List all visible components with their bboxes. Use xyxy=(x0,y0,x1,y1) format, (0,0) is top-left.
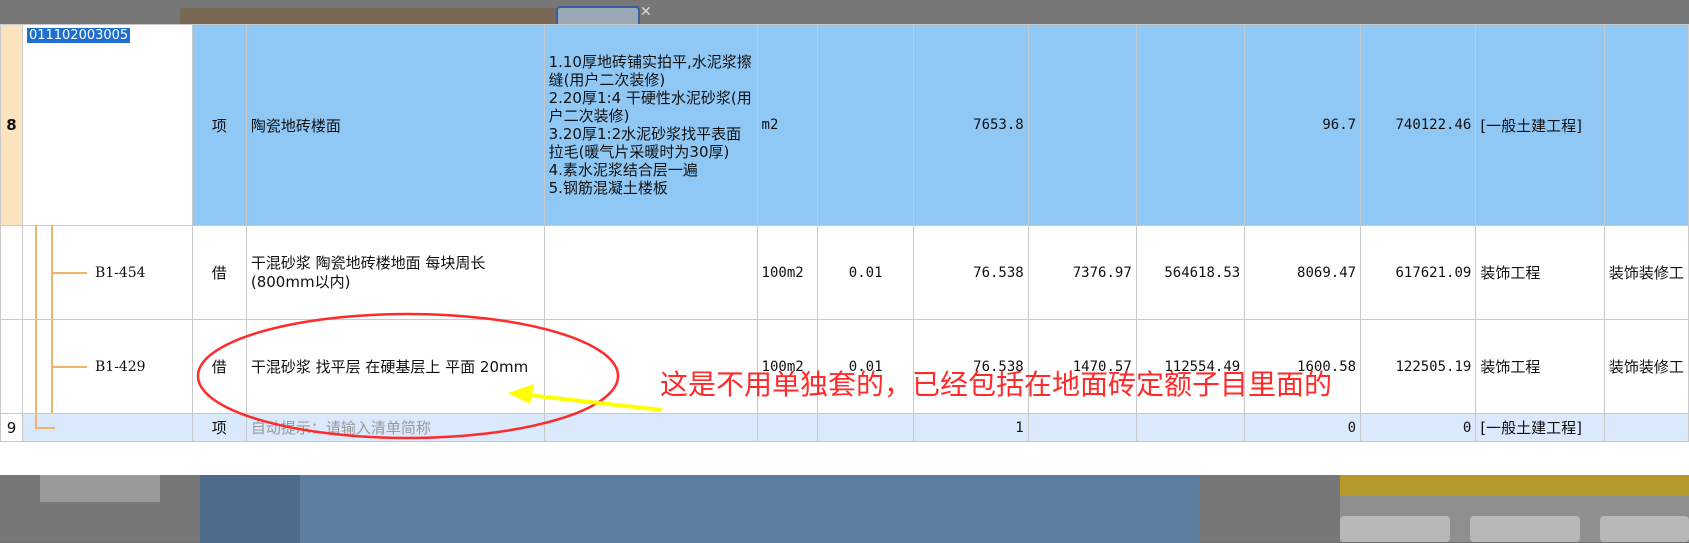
item-code-cell[interactable] xyxy=(21,413,193,442)
item-extra[interactable] xyxy=(1603,413,1689,442)
item-unit-rate[interactable] xyxy=(1027,24,1137,226)
close-icon: ✕ xyxy=(640,4,652,20)
item-composite-total[interactable]: 740122.46 xyxy=(1360,24,1477,226)
table-row[interactable]: B1-429 借 干混砂浆 找平层 在硬基层上 平面 20mm 100m2 0.… xyxy=(0,319,1689,414)
row-number[interactable]: 9 xyxy=(0,413,23,442)
item-composite-total[interactable]: 617621.09 xyxy=(1360,225,1477,320)
item-amount[interactable]: 564618.53 xyxy=(1135,225,1246,320)
item-name-input[interactable]: 自动提示：请输入清单简称 xyxy=(245,413,545,442)
item-type[interactable]: 借 xyxy=(191,319,247,414)
item-extra[interactable]: 装饰装修工 xyxy=(1603,225,1689,320)
item-name[interactable]: 干混砂浆 陶瓷地砖楼地面 每块周长(800mm以内) xyxy=(245,225,545,320)
table-row[interactable]: 8 011102003005 项 陶瓷地砖楼面 1.10厚地砖铺实拍平,水泥浆擦… xyxy=(0,24,1689,226)
item-coefficient[interactable]: 0.01 xyxy=(817,319,915,414)
item-category[interactable]: 装饰工程 xyxy=(1475,319,1605,414)
quantity-table: 8 011102003005 项 陶瓷地砖楼面 1.10厚地砖铺实拍平,水泥浆擦… xyxy=(0,24,1689,442)
item-composite-price[interactable]: 96.7 xyxy=(1244,24,1362,226)
item-unit[interactable]: 100m2 xyxy=(756,225,819,320)
item-code-cell[interactable]: B1-429 xyxy=(21,319,193,414)
item-quantity[interactable]: 7653.8 xyxy=(913,24,1029,226)
background-banner xyxy=(1340,472,1689,496)
item-name[interactable]: 陶瓷地砖楼面 xyxy=(245,24,545,226)
item-composite-total[interactable]: 122505.19 xyxy=(1360,319,1477,414)
description-line: 1.10厚地砖铺实拍平,水泥浆擦缝(用户二次装修) xyxy=(548,53,752,89)
item-code[interactable]: B1-454 xyxy=(95,265,146,281)
item-composite-price[interactable]: 8069.47 xyxy=(1244,225,1362,320)
row-number[interactable]: 8 xyxy=(0,24,23,226)
row-number xyxy=(0,319,23,414)
description-line: 2.20厚1:4 干硬性水泥砂浆(用户二次装修) xyxy=(548,89,752,125)
table-row[interactable]: 9 项 自动提示：请输入清单简称 1 0 0 [一般土建工程] xyxy=(0,413,1689,442)
item-code[interactable]: 011102003005 xyxy=(26,28,131,43)
item-code-cell[interactable]: 011102003005 xyxy=(21,24,193,226)
item-description[interactable] xyxy=(543,413,758,442)
item-description[interactable] xyxy=(543,225,758,320)
background-tile xyxy=(1600,516,1689,542)
item-description[interactable] xyxy=(543,319,758,414)
item-unit[interactable]: m2 xyxy=(756,24,819,226)
item-name[interactable]: 干混砂浆 找平层 在硬基层上 平面 20mm xyxy=(245,319,545,414)
item-type[interactable]: 借 xyxy=(191,225,247,320)
item-unit[interactable]: 100m2 xyxy=(756,319,819,414)
bill-of-quantities-grid: 8 011102003005 项 陶瓷地砖楼面 1.10厚地砖铺实拍平,水泥浆擦… xyxy=(0,24,1689,475)
item-quantity[interactable]: 1 xyxy=(913,413,1029,442)
item-category[interactable]: [一般土建工程] xyxy=(1475,413,1605,442)
description-line: 5.钢筋混凝土楼板 xyxy=(548,179,668,197)
description-line: 3.20厚1:2水泥砂浆找平表面拉毛(暖气片采暖时为30厚) xyxy=(548,125,742,161)
item-composite-total[interactable]: 0 xyxy=(1360,413,1477,442)
item-amount[interactable] xyxy=(1135,413,1246,442)
item-composite-price[interactable]: 1600.58 xyxy=(1244,319,1362,414)
item-code[interactable]: B1-429 xyxy=(95,359,146,375)
item-type[interactable]: 项 xyxy=(191,24,247,226)
item-description: 1.10厚地砖铺实拍平,水泥浆擦缝(用户二次装修) 2.20厚1:4 干硬性水泥… xyxy=(549,53,753,197)
item-type[interactable]: 项 xyxy=(191,413,247,442)
item-code-cell[interactable]: B1-454 xyxy=(21,225,193,320)
item-unit-rate[interactable] xyxy=(1027,413,1137,442)
item-coefficient[interactable] xyxy=(817,24,915,226)
background-tile xyxy=(1470,516,1580,542)
item-category[interactable]: [一般土建工程] xyxy=(1475,24,1605,226)
background-tile xyxy=(1340,516,1450,542)
item-extra[interactable] xyxy=(1603,24,1689,226)
item-category[interactable]: 装饰工程 xyxy=(1475,225,1605,320)
item-description-cell[interactable]: 1.10厚地砖铺实拍平,水泥浆擦缝(用户二次装修) 2.20厚1:4 干硬性水泥… xyxy=(543,24,758,226)
item-amount[interactable]: 112554.49 xyxy=(1135,319,1246,414)
description-line: 4.素水泥浆结合层一遍 xyxy=(548,161,698,179)
item-unit-rate[interactable]: 7376.97 xyxy=(1027,225,1137,320)
item-unit[interactable] xyxy=(756,413,819,442)
item-quantity[interactable]: 76.538 xyxy=(913,319,1029,414)
item-quantity[interactable]: 76.538 xyxy=(913,225,1029,320)
item-composite-price[interactable]: 0 xyxy=(1244,413,1362,442)
background-document xyxy=(200,470,1200,543)
item-extra[interactable]: 装饰装修工 xyxy=(1603,319,1689,414)
row-number xyxy=(0,225,23,320)
item-coefficient[interactable]: 0.01 xyxy=(817,225,915,320)
item-amount[interactable] xyxy=(1135,24,1246,226)
item-unit-rate[interactable]: 1470.57 xyxy=(1027,319,1137,414)
item-coefficient[interactable] xyxy=(817,413,915,442)
table-row[interactable]: B1-454 借 干混砂浆 陶瓷地砖楼地面 每块周长(800mm以内) 100m… xyxy=(0,225,1689,320)
